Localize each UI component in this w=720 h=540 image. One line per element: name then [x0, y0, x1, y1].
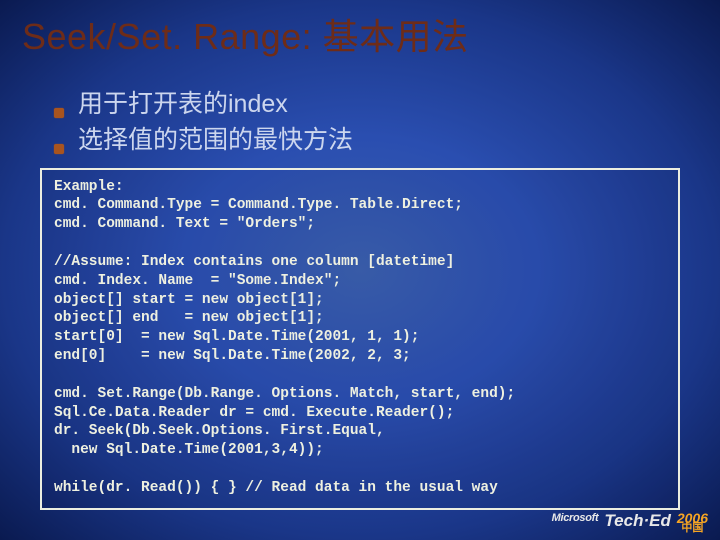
teched-logo: Tech·Ed [604, 511, 670, 531]
list-item: 用于打开表的index [54, 88, 698, 122]
slide-title: Seek/Set. Range: 基本用法 [22, 8, 698, 60]
bullet-text: 用于打开表的index [78, 88, 288, 122]
region-text: 中国 [681, 524, 703, 534]
bullet-icon [54, 144, 64, 154]
microsoft-logo: Microsoft [552, 512, 599, 524]
bullet-list: 用于打开表的index 选择值的范围的最快方法 [54, 88, 698, 158]
bullet-icon [54, 108, 64, 118]
year-badge: 2006 中国 [677, 512, 708, 534]
list-item: 选择值的范围的最快方法 [54, 124, 698, 158]
slide-container: Seek/Set. Range: 基本用法 用于打开表的index 选择值的范围… [0, 0, 720, 510]
code-example-box: Example: cmd. Command.Type = Command.Typ… [40, 168, 680, 510]
footer-brand: Microsoft Tech·Ed 2006 中国 [552, 512, 708, 534]
bullet-text: 选择值的范围的最快方法 [78, 124, 353, 158]
